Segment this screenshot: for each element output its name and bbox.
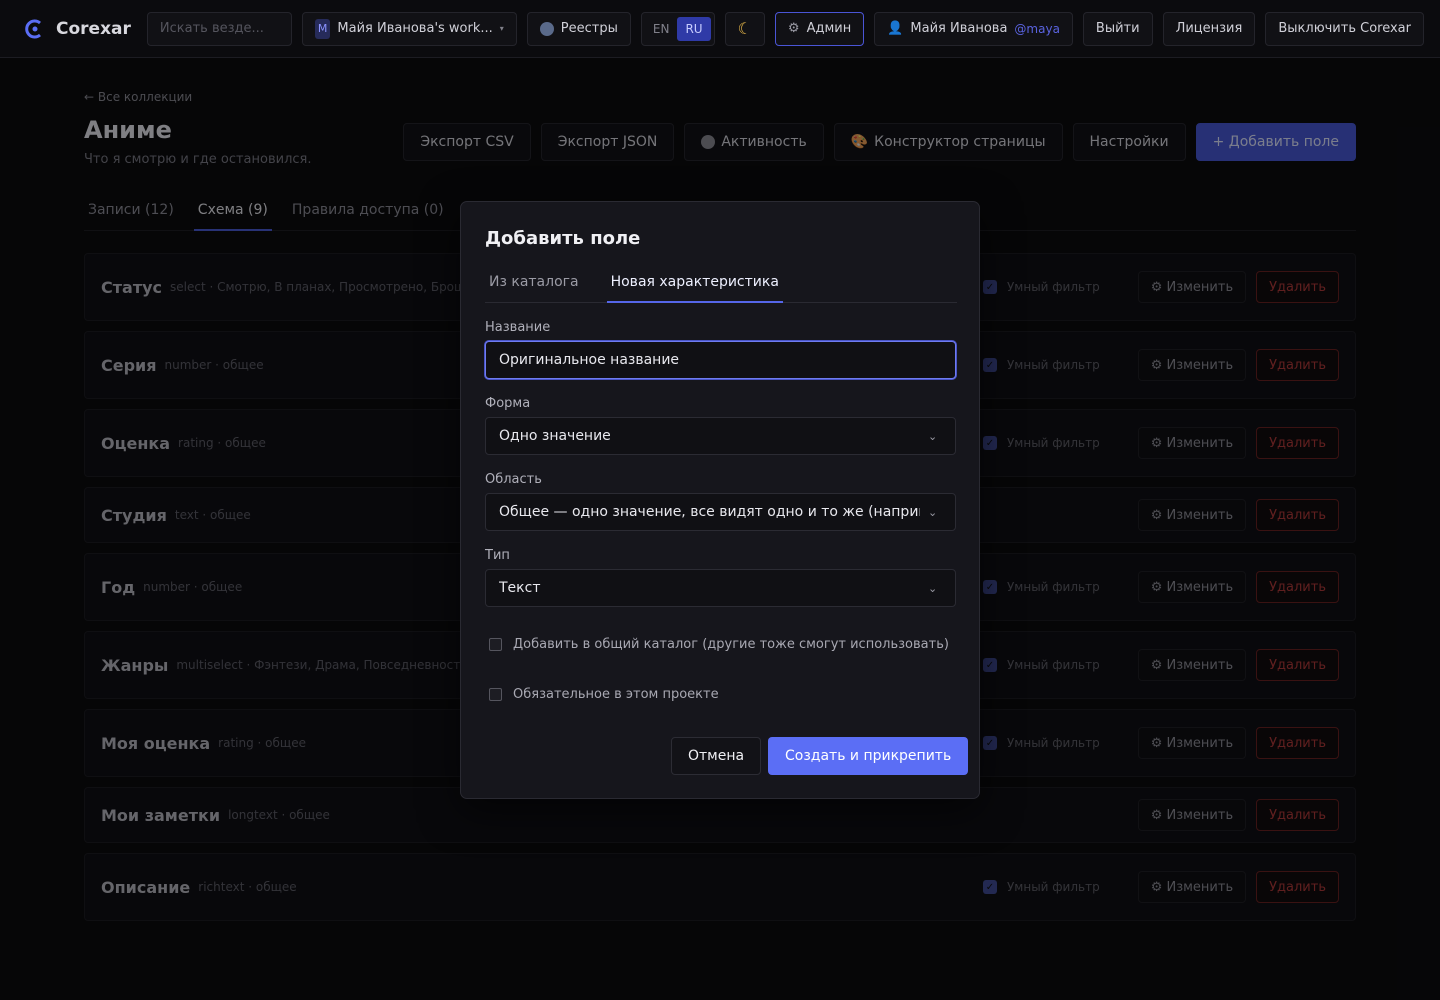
name-input-value: Оригинальное название [499, 352, 680, 368]
brand[interactable]: Corexar [24, 18, 131, 40]
scope-label: Область [485, 472, 542, 487]
tab-from-catalog[interactable]: Из каталога [485, 264, 583, 303]
form-select-value: Одно значение [499, 428, 611, 444]
moon-icon: ☾ [737, 19, 752, 38]
license-button[interactable]: Лицензия [1162, 11, 1256, 46]
dialog-tabs: Из каталога Новая характеристика [485, 264, 957, 303]
user-icon: 👤 [887, 21, 904, 36]
chevron-down-icon: ⌄ [928, 505, 938, 519]
form-select[interactable]: Одно значение ⌄ [485, 417, 956, 455]
checkbox-unchecked-icon [489, 688, 502, 701]
user-name: Майя Иванова [910, 21, 1008, 36]
add-to-catalog-checkbox[interactable]: Добавить в общий каталог (другие тоже см… [489, 637, 949, 652]
create-and-attach-button[interactable]: Создать и прикрепить [768, 737, 969, 775]
scope-select[interactable]: Общее — одно значение, все видят одно и … [485, 493, 956, 531]
type-select-value: Текст [499, 580, 541, 596]
name-input[interactable]: Оригинальное название [485, 341, 956, 379]
brand-name: Corexar [56, 18, 131, 39]
admin-label: Админ [806, 21, 852, 36]
required-label: Обязательное в этом проекте [513, 687, 719, 702]
chevron-down-icon: ⌄ [928, 429, 938, 443]
lang-en[interactable]: EN [645, 17, 678, 41]
scope-select-value: Общее — одно значение, все видят одно и … [499, 504, 920, 520]
workspace-badge: M [314, 18, 331, 39]
user-menu[interactable]: 👤 Майя Иванова @maya [874, 11, 1073, 46]
type-label: Тип [485, 548, 510, 563]
checkbox-unchecked-icon [489, 638, 502, 651]
form-label: Форма [485, 396, 531, 411]
workspace-name: Майя Иванова's work... [337, 21, 493, 36]
top-bar: Corexar Искать везде... M Майя Иванова's… [0, 0, 1440, 58]
lang-ru[interactable]: RU [677, 16, 711, 41]
chevron-down-icon: ⌄ [928, 581, 938, 595]
language-switcher: EN RU [640, 11, 715, 46]
registries-button[interactable]: Реестры [526, 11, 631, 46]
add-to-catalog-label: Добавить в общий каталог (другие тоже см… [513, 637, 949, 652]
type-select[interactable]: Текст ⌄ [485, 569, 956, 607]
required-checkbox[interactable]: Обязательное в этом проекте [489, 687, 719, 702]
globe-icon [539, 21, 554, 36]
admin-button[interactable]: ⚙ Админ [774, 11, 865, 46]
corexar-logo-icon [25, 19, 41, 38]
add-field-dialog: Добавить поле Из каталога Новая характер… [460, 201, 980, 799]
workspace-switcher[interactable]: M Майя Иванова's work... ▾ [301, 11, 517, 46]
cancel-button[interactable]: Отмена [671, 737, 762, 775]
theme-toggle[interactable]: ☾ [724, 11, 765, 46]
logout-button[interactable]: Выйти [1082, 11, 1153, 46]
user-handle: @maya [1014, 21, 1060, 36]
global-search-input[interactable]: Искать везде... [146, 11, 292, 46]
disable-corexar-button[interactable]: Выключить Corexar [1265, 11, 1424, 46]
dialog-title: Добавить поле [485, 228, 641, 249]
chevron-down-icon: ▾ [499, 24, 504, 33]
name-label: Название [485, 320, 551, 335]
registries-label: Реестры [560, 21, 618, 36]
gear-icon: ⚙ [787, 21, 800, 36]
tab-new-characteristic[interactable]: Новая характеристика [606, 264, 783, 303]
